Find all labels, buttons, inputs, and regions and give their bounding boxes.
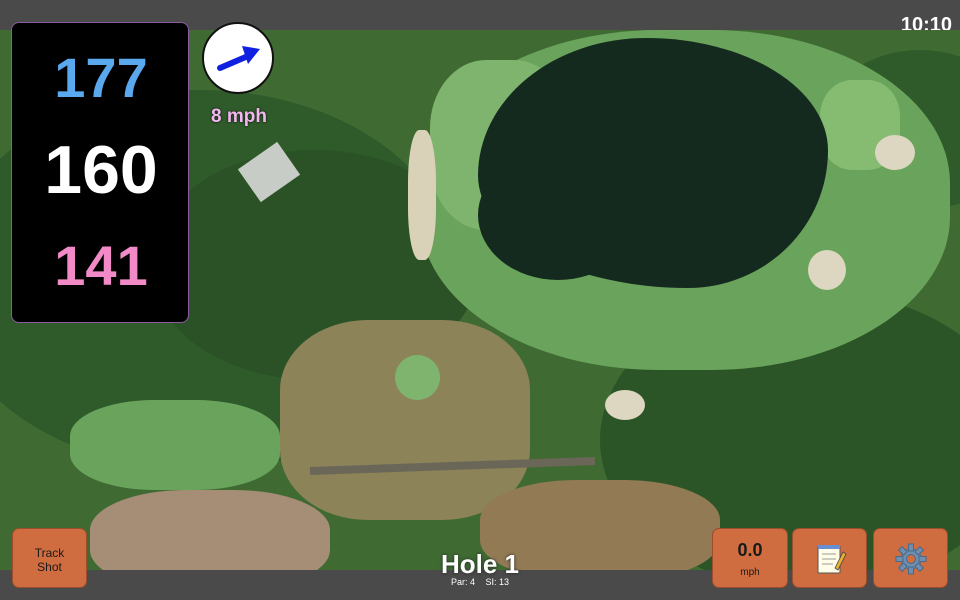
track-shot-label: Track Shot (34, 546, 65, 574)
wind-indicator[interactable] (202, 22, 274, 94)
hole-info: Par: 4 SI: 13 (380, 577, 580, 587)
wind-speed: 8 mph (211, 106, 267, 127)
track-shot-button[interactable]: Track Shot (12, 528, 87, 588)
gear-icon (895, 543, 927, 575)
settings-button[interactable] (873, 528, 948, 588)
hole-par: Par: 4 (450, 577, 475, 587)
back-distance: 177 (54, 46, 148, 109)
hole-stroke-index: SI: 13 (485, 577, 510, 587)
front-distance: 141 (54, 234, 148, 297)
speed-value: 0.0 (737, 540, 763, 560)
notes-button[interactable] (792, 528, 867, 588)
distance-panel: 177 160 141 (11, 22, 189, 323)
swing-speed-button[interactable]: 0.0 mph (712, 528, 788, 588)
speed-unit: mph (740, 567, 760, 578)
hole-title: Hole 1 (440, 549, 520, 579)
wind-arrow-icon (217, 46, 260, 71)
middle-distance: 160 (44, 132, 158, 208)
notepad-icon (817, 545, 847, 574)
